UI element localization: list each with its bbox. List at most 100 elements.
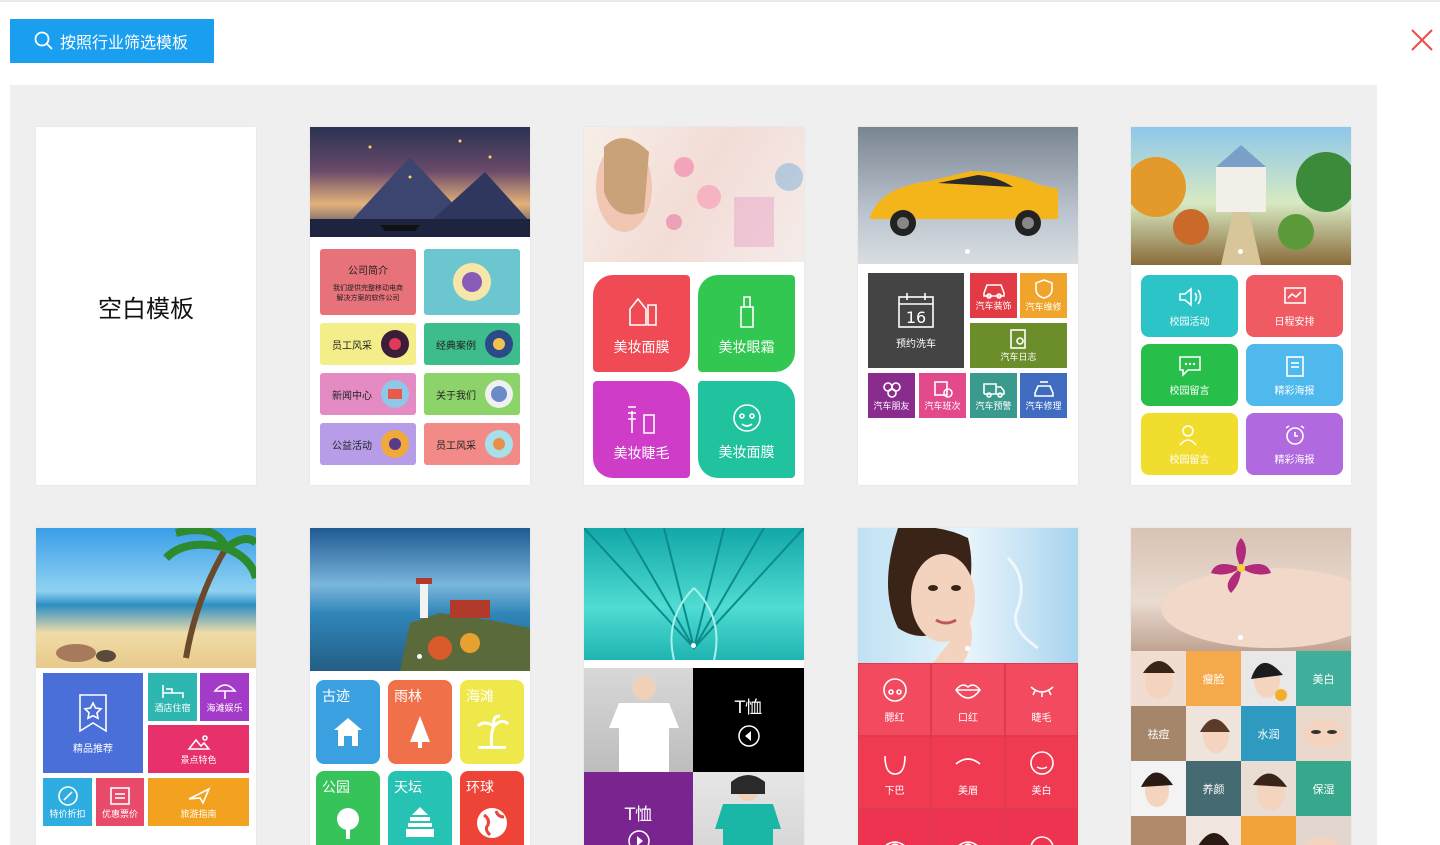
scenic-tile-1[interactable]: 古迹 [316,680,380,764]
company-tile-2[interactable]: 经典案例 [424,323,520,365]
scenic-tile-1-label: 古迹 [322,689,350,705]
car-tile-friends[interactable]: 汽车朋友 [868,373,915,418]
company-tile-6[interactable]: 员工风采 [424,423,520,465]
car-tile-decor[interactable]: 汽车装饰 [970,273,1017,318]
face-tile-9[interactable] [1005,809,1078,845]
car-tile-friends-label: 汽车朋友 [873,402,910,412]
spa-tile-2-label: 美白 [1312,672,1335,686]
company-intro-tile[interactable]: 公司简介 我们提供完整移动电商 解决方案的软件公司 [320,249,416,315]
eyelash-icon [1029,686,1054,697]
car-tile-shift-label: 汽车班次 [924,402,961,412]
travel-tile-2[interactable]: 酒店住宿 [148,673,197,721]
carousel-dot[interactable] [965,249,970,254]
scenic-tile-6[interactable]: 环球 [460,771,524,845]
car-tile-log[interactable]: 汽车日志 [970,323,1067,368]
campus-tile-2[interactable]: 日程安排 [1246,275,1343,337]
travel-tile-1[interactable]: 精品推荐 [43,673,143,773]
spa-tile-7[interactable]: 滋养 [1131,816,1186,845]
travel-tile-7[interactable]: 旅游指南 [148,778,249,826]
tshirt-model-image-2 [693,772,804,845]
face-tile-8[interactable] [931,809,1005,845]
face-mask-icon [732,403,761,432]
carousel-dot[interactable] [965,646,970,651]
beauty-tile-2[interactable]: 美妆眼霜 [698,275,795,372]
campus-tile-5[interactable]: 校园留言 [1141,413,1238,475]
campus-tile-4[interactable]: 精彩海报 [1246,344,1343,406]
shield-icon [1034,279,1053,299]
campus-tile-6[interactable]: 精彩海报 [1246,413,1343,475]
beauty-tile-4[interactable]: 美妆面膜 [698,381,795,478]
template-card-company[interactable]: 公司简介 我们提供完整移动电商 解决方案的软件公司 员工风采 经典案例 新闻中心… [310,127,530,485]
tshirt-tile-1[interactable]: T恤 [693,668,804,772]
template-card-face[interactable]: 腮红 口红 睫毛 下巴 美眉 美白 [858,528,1078,845]
play-back-icon[interactable] [737,724,761,748]
landscape-icon [186,734,211,750]
face-tile-5[interactable]: 美眉 [931,736,1005,809]
tshirt-model-image-1 [584,668,693,772]
travel-tile-4[interactable]: 景点特色 [148,725,249,773]
scenic-tile-2[interactable]: 雨林 [388,680,452,764]
filter-by-industry-button[interactable]: 按照行业筛选模板 [10,19,214,63]
travel-tile-3[interactable]: 海滩娱乐 [200,673,249,721]
template-card-beauty[interactable]: 美妆面膜 美妆眼霜 美妆睫毛 美妆面膜 [584,127,804,485]
spa-tile-4[interactable]: 水润 [1241,706,1296,761]
carousel-dot[interactable] [691,643,696,648]
face-tile-7[interactable] [858,809,931,845]
travel-tile-5-label: 特价折扣 [49,809,86,820]
car-tile-repair[interactable]: 汽车维修 [1020,273,1067,318]
face-tile-2[interactable]: 口红 [931,663,1005,736]
company-illustration-tile [424,249,520,315]
car-tile-alert[interactable]: 汽车预警 [970,373,1017,418]
carousel-dot[interactable] [417,654,422,659]
spa-tile-1[interactable]: 瘦脸 [1186,651,1241,706]
car-tile-log-label: 汽车日志 [1000,353,1037,363]
chart-board-icon [1283,286,1306,304]
scenic-tile-3[interactable]: 海滩 [460,680,524,764]
car-wash-booking-tile[interactable]: 16 预约洗车 [868,273,964,368]
spa-tile-8[interactable]: 水嫩 [1241,816,1296,845]
campus-tile-3[interactable]: 校园留言 [1141,344,1238,406]
beauty-tile-3[interactable]: 美妆睫毛 [593,381,690,478]
travel-tile-6[interactable]: 优惠票价 [96,778,144,826]
scenic-tile-5-label: 天坛 [394,780,422,796]
template-card-scenic[interactable]: 古迹 雨林 海滩 公园 天坛 环球 [310,528,530,845]
carousel-dot[interactable] [1238,635,1243,640]
spa-photo-4 [1296,706,1351,761]
template-card-car[interactable]: 16 预约洗车 汽车装饰 汽车维修 汽车日志 汽车朋友 汽车班次 汽车预警 汽车… [858,127,1078,485]
tshirt-tile-2[interactable]: T恤 [584,772,693,845]
spa-tile-6[interactable]: 保湿 [1296,761,1351,816]
tshirt-tile-1-label: T恤 [734,697,763,718]
company-tile-4[interactable]: 关于我们 [424,373,520,415]
carousel-dot[interactable] [1238,249,1243,254]
campus-banner-image [1131,127,1351,265]
spa-tile-5[interactable]: 养颜 [1186,761,1241,816]
template-card-campus[interactable]: 校园活动 日程安排 校园留言 精彩海报 校园留言 精彩海报 [1131,127,1351,485]
template-card-blank[interactable]: 空白模板 [36,127,256,485]
chin-icon [883,755,906,775]
face-tile-1[interactable]: 腮红 [858,663,931,736]
company-tile-1[interactable]: 员工风采 [320,323,416,365]
spa-tile-2[interactable]: 美白 [1296,651,1351,706]
face-tile-6[interactable]: 美白 [1005,736,1078,809]
spa-tile-3[interactable]: 祛痘 [1131,706,1186,761]
scenic-tile-5[interactable]: 天坛 [388,771,452,845]
template-card-spa[interactable]: 瘦脸 美白 祛痘 水润 养颜 保湿 滋养 水嫩 [1131,528,1351,845]
temple-icon [334,718,362,746]
face-tile-3[interactable]: 睫毛 [1005,663,1078,736]
beauty-tile-1[interactable]: 美妆面膜 [593,275,690,372]
face-tile-4[interactable]: 下巴 [858,736,931,809]
close-icon[interactable] [1408,26,1436,54]
scenic-tile-4[interactable]: 公园 [316,771,380,845]
car-tile-shift[interactable]: 汽车班次 [919,373,966,418]
campus-tile-1[interactable]: 校园活动 [1141,275,1238,337]
template-card-travel[interactable]: 精品推荐 酒店住宿 海滩娱乐 景点特色 特价折扣 优惠票价 旅游指南 [36,528,256,845]
travel-tile-5[interactable]: 特价折扣 [43,778,92,826]
company-tile-5[interactable]: 公益活动 [320,423,416,465]
car-tile-fix[interactable]: 汽车修理 [1020,373,1067,418]
template-card-tshirt[interactable]: T恤 T恤 [584,528,804,845]
travel-tile-1-label: 精品推荐 [73,743,113,755]
company-tile-3[interactable]: 新闻中心 [320,373,416,415]
bookmark-star-icon [79,693,107,732]
play-icon[interactable] [627,829,651,845]
mascara-icon [627,405,655,434]
